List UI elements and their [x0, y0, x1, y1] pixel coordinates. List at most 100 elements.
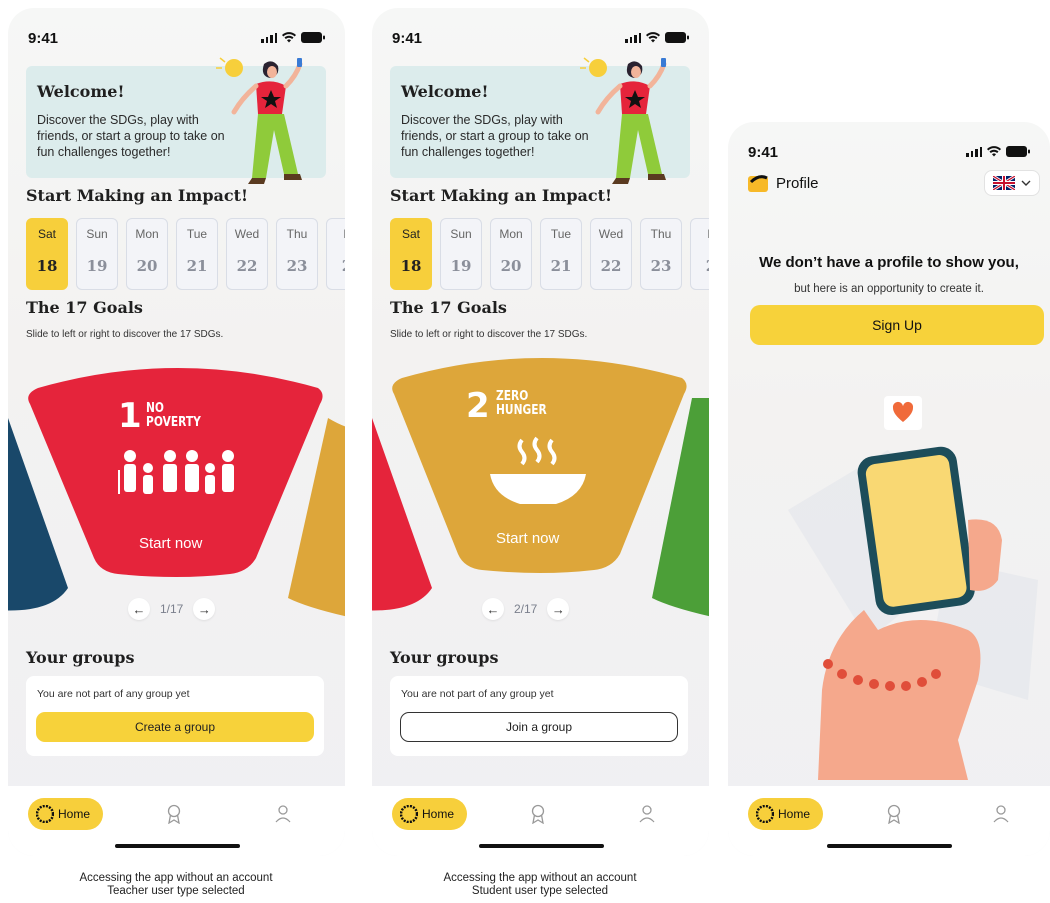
day-name: Mon — [135, 227, 159, 241]
caption-line1: Accessing the app without an account — [79, 872, 273, 884]
start-now-button[interactable]: Start now — [139, 535, 202, 552]
day-name: Thu — [286, 227, 308, 241]
goals-subtitle: Slide to left or right to discover the 1… — [26, 329, 224, 340]
page-counter: 2/17 — [514, 602, 538, 616]
profile-icon[interactable] — [638, 804, 656, 824]
goal-name-line2: HUNGER — [496, 403, 547, 418]
uk-flag-icon — [993, 176, 1015, 190]
wifi-icon — [282, 32, 296, 43]
day-mon[interactable]: Mon 20 — [490, 218, 532, 290]
tab-home[interactable]: Home — [392, 798, 467, 830]
day-sat[interactable]: Sat 18 — [26, 218, 68, 290]
day-sun[interactable]: Sun 19 — [440, 218, 482, 290]
page-counter: 1/17 — [160, 602, 184, 616]
next-arrow-icon[interactable]: → — [547, 598, 570, 620]
groups-card: You are not part of any group yet Create… — [26, 676, 324, 756]
day-mon[interactable]: Mon 20 — [126, 218, 168, 290]
goals-title: The 17 Goals — [26, 298, 143, 317]
day-selector: Sat 18 Sun19 Mon20 Tue 21 Wed22 Thu23 F2 — [390, 218, 709, 290]
prev-arrow-icon[interactable]: ← — [128, 598, 150, 620]
sdg-carousel[interactable]: 2 ZERO HUNGER Start now — [372, 358, 709, 628]
goal-name: ZERO HUNGER — [496, 390, 547, 418]
hand-phone-illustration — [788, 396, 1038, 780]
goal-name: NO POVERTY — [146, 402, 201, 430]
empty-profile-title: We don’t have a profile to show you, — [759, 254, 1019, 271]
groups-card: You are not part of any group yet Join a… — [390, 676, 688, 756]
status-icons — [261, 32, 325, 43]
groups-message: You are not part of any group yet — [401, 688, 554, 700]
status-bar: 9:41 — [8, 8, 345, 58]
day-wed[interactable]: Wed 22 — [590, 218, 632, 290]
sdg-wheel-icon — [756, 805, 774, 823]
day-sat[interactable]: Sat 18 — [390, 218, 432, 290]
day-date: 18 — [36, 257, 58, 275]
join-group-button[interactable]: Join a group — [400, 712, 678, 742]
day-name: Sat — [401, 227, 420, 241]
welcome-title: Welcome! — [401, 82, 489, 101]
day-date: 22 — [236, 257, 258, 275]
sdg-wheel-icon — [36, 805, 54, 823]
home-screen-teacher: 9:41 Welcome! Discover the SDGs, play wi… — [8, 8, 345, 856]
day-date: 21 — [550, 257, 572, 275]
status-bar: 9:41 — [372, 8, 709, 58]
groups-message: You are not part of any group yet — [37, 688, 190, 700]
day-date: 23 — [650, 257, 672, 275]
caption-line2: Teacher user type selected — [107, 885, 245, 897]
caption-student: Accessing the app without an account Stu… — [390, 872, 690, 898]
impact-title: Start Making an Impact! — [390, 186, 613, 205]
badge-icon[interactable] — [885, 804, 903, 824]
profile-header: Profile — [748, 174, 819, 192]
day-name: Tue — [550, 227, 572, 241]
status-icons — [625, 32, 689, 43]
impact-title: Start Making an Impact! — [26, 186, 249, 205]
language-selector[interactable] — [984, 170, 1040, 196]
day-tue[interactable]: Tue 21 — [176, 218, 218, 290]
goal-name-line2: POVERTY — [146, 415, 201, 430]
badge-icon[interactable] — [529, 804, 547, 824]
day-date: 23 — [286, 257, 308, 275]
signal-icon — [261, 32, 277, 43]
home-screen-student: 9:41 Welcome! Discover the SDGs, play wi… — [372, 8, 709, 856]
tab-home-label: Home — [422, 807, 455, 821]
sdg-carousel[interactable]: 1 NO POVERTY Start now — [8, 358, 345, 628]
day-name: Sat — [37, 227, 56, 241]
app-logo-icon — [748, 175, 768, 192]
day-name: Wed — [598, 227, 624, 241]
tab-bar: Home — [372, 786, 709, 856]
next-arrow-icon[interactable]: → — [193, 598, 216, 620]
profile-title: Profile — [776, 174, 819, 192]
create-group-button[interactable]: Create a group — [36, 712, 314, 742]
day-date: 20 — [500, 257, 522, 275]
day-wed[interactable]: Wed 22 — [226, 218, 268, 290]
prev-arrow-icon[interactable]: ← — [482, 598, 504, 620]
start-now-button[interactable]: Start now — [496, 530, 559, 547]
profile-screen: 9:41 Profile We don’t have a profile to … — [728, 122, 1050, 856]
profile-icon[interactable] — [274, 804, 292, 824]
tab-home[interactable]: Home — [28, 798, 103, 830]
day-date: 2 — [327, 257, 345, 275]
goals-subtitle: Slide to left or right to discover the 1… — [390, 329, 588, 340]
home-indicator — [827, 844, 952, 848]
tab-home-label: Home — [58, 807, 91, 821]
day-thu[interactable]: Thu 23 — [276, 218, 318, 290]
battery-icon — [1006, 146, 1030, 157]
badge-icon[interactable] — [165, 804, 183, 824]
home-indicator — [114, 844, 240, 848]
carousel-pager: ← 1/17 → — [128, 598, 216, 620]
day-date: 19 — [450, 257, 472, 275]
day-tue[interactable]: Tue 21 — [540, 218, 582, 290]
carousel-pager: ← 2/17 → — [482, 598, 570, 620]
tab-home[interactable]: Home — [748, 798, 823, 830]
day-fri[interactable]: F2 — [690, 218, 709, 290]
profile-icon[interactable] — [992, 804, 1010, 824]
day-name: Tue — [186, 227, 208, 241]
caption-line2: Student user type selected — [471, 885, 609, 897]
day-date: 18 — [400, 257, 422, 275]
day-thu[interactable]: Thu 23 — [640, 218, 682, 290]
tab-bar: Home — [8, 786, 345, 856]
home-indicator — [478, 844, 604, 848]
day-sun[interactable]: Sun 19 — [76, 218, 118, 290]
day-date: 19 — [86, 257, 108, 275]
day-fri[interactable]: F2 — [326, 218, 345, 290]
sign-up-button[interactable]: Sign Up — [750, 305, 1044, 345]
